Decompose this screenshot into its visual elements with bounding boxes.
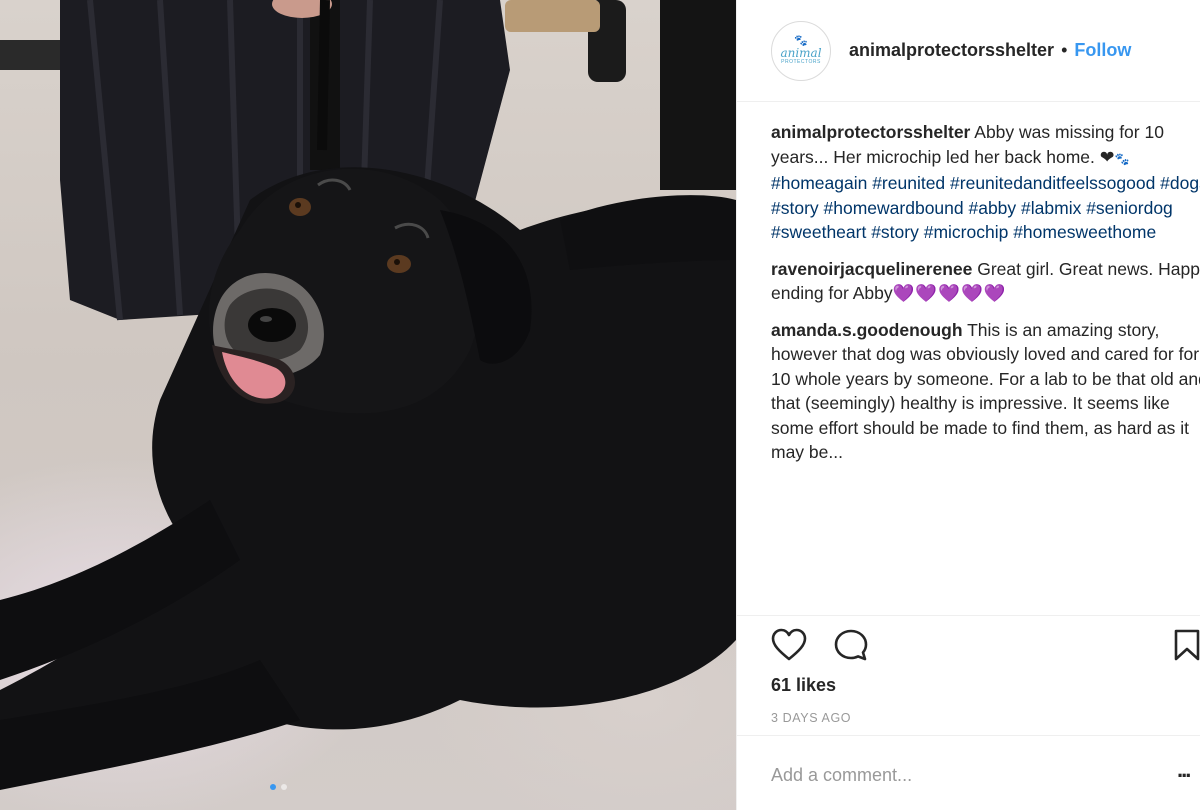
list-item: amanda.s.goodenough This is an amazing s… [771,318,1200,465]
likes-count[interactable]: 61 likes [771,675,836,696]
post-actions [771,628,1200,668]
comment-username-link[interactable]: amanda.s.goodenough [771,320,963,340]
post-timestamp: 3 DAYS AGO [771,711,852,725]
comment-icon[interactable] [833,628,869,667]
avatar-logo-text: animal [780,45,822,60]
heart-emoji-icon: ❤ [1099,146,1115,167]
purple-heart-emoji-icon: 💜💜💜💜💜 [892,283,1007,303]
paw-emoji-icon: 🐾 [1114,151,1130,166]
add-comment-input[interactable] [771,762,1151,788]
caption-comment: animalprotectorsshelter Abby was missing… [771,120,1200,245]
header-username-link[interactable]: animalprotectorsshelter [849,40,1054,61]
list-item: ravenoirjacquelinerenee Great girl. Grea… [771,257,1200,306]
cat-dog-logo-icon: 🐾 [794,34,808,47]
comment-username-link[interactable]: ravenoirjacquelinerenee [771,259,972,279]
divider [737,735,1200,736]
header-separator: • [1061,40,1068,60]
heart-icon[interactable] [771,628,807,667]
bookmark-icon[interactable] [1173,628,1200,667]
carousel-indicator [270,784,287,790]
avatar[interactable]: 🐾 animal PROTECTORS [771,20,831,81]
post-photo[interactable] [0,0,736,810]
follow-button[interactable]: Follow [1074,40,1131,61]
comment-list: animalprotectorsshelter Abby was missing… [771,120,1200,477]
post-side-panel: 🐾 animal PROTECTORS animalprotectorsshel… [736,0,1200,810]
dog-photo [0,0,736,790]
divider [737,615,1200,616]
comment-text: This is an amazing story, however that d… [771,319,1200,463]
comment-username-link[interactable]: animalprotectorsshelter [771,122,970,142]
more-options-button[interactable]: ... [1177,757,1191,783]
carousel-dot [281,784,287,790]
carousel-dot [270,784,276,790]
avatar-logo-subtext: PROTECTORS [781,58,821,65]
post-header: 🐾 animal PROTECTORS animalprotectorsshel… [737,0,1200,102]
hashtag-links[interactable]: #homeagain #reunited #reunitedanditfeels… [771,173,1200,242]
